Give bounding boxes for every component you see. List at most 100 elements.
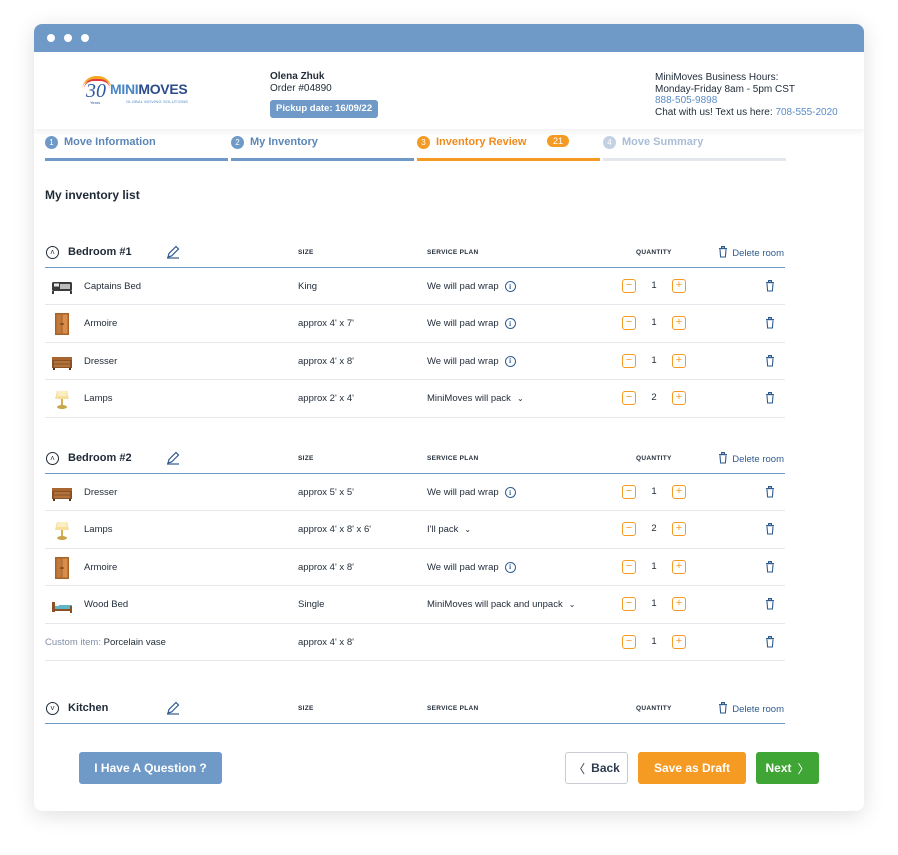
inventory-row-wood-bed: Wood Bed Single MiniMoves will pack and un… [45,586,785,624]
chevron-up-icon[interactable]: ˄ [46,246,59,259]
column-service-plan: SERVICE PLAN [427,249,479,256]
increase-quantity-button[interactable]: + [672,485,686,499]
increase-quantity-button[interactable]: + [672,353,686,368]
question-button[interactable]: I Have A Question ? [79,752,222,784]
chevron-down-icon[interactable]: ⌄ [569,600,576,609]
service-plan: We will pad wrap i [427,561,516,573]
quantity-value: 1 [651,280,657,291]
chevron-down-icon[interactable]: ⌄ [464,525,471,534]
armoire-icon [51,556,73,579]
chevron-down-icon[interactable]: ⌄ [517,394,524,403]
decrease-quantity-button[interactable]: − [622,279,636,293]
decrease-quantity-button[interactable]: − [622,316,636,331]
item-name: Armoire [84,318,118,330]
item-size: Single [298,599,325,611]
hours-title: MiniMoves Business Hours: [655,72,779,83]
step-my-inventory[interactable]: 2 My Inventory [231,133,414,163]
decrease-quantity-button[interactable]: − [622,391,636,406]
service-plan: We will pad wrap i [427,281,516,292]
step-number: 3 [417,136,430,149]
quantity-stepper: − 1 + [622,485,686,499]
delete-item-icon[interactable] [765,486,775,498]
decrease-quantity-button[interactable]: − [622,597,636,612]
back-button[interactable]: 〈 Back [565,752,628,784]
delete-item-icon[interactable] [765,560,775,573]
delete-room-button[interactable]: Delete room [718,246,784,261]
delete-room-label: Delete room [732,454,784,465]
edit-room-icon[interactable] [166,451,180,465]
chevron-left-icon: 〈 [573,761,586,776]
item-name: Lamps [84,524,113,536]
increase-quantity-button[interactable]: + [672,279,686,293]
minimoves-logo[interactable]: 30 Years MINIMOVES GLOBAL MOVING SOLUTIO… [80,74,190,110]
inventory-row-dresser: Dresser approx 4' x 8' We will pad wrap i − 1… [45,343,785,381]
dresser-icon [51,351,73,373]
quantity-value: 1 [651,598,657,610]
edit-room-icon[interactable] [166,701,180,715]
info-icon[interactable]: i [504,487,516,498]
increase-quantity-button[interactable]: + [672,559,686,574]
inventory-list-title: My inventory list [45,188,140,202]
room-header: ˄ Bedroom #1 SIZE SERVICE PLAN QUANTITY Delet… [45,245,785,268]
item-name: Dresser [84,487,118,498]
inventory-row-armoire: Armoire approx 4' x 8' We will pad wrap i − 1… [45,549,785,587]
info-icon[interactable]: i [504,355,516,367]
increase-quantity-button[interactable]: + [672,316,686,331]
delete-item-icon[interactable] [765,354,775,367]
increase-quantity-button[interactable]: + [672,634,686,649]
step-number: 1 [45,136,58,149]
quantity-value: 1 [651,317,657,329]
column-quantity: QUANTITY [636,455,672,462]
column-quantity: QUANTITY [636,249,672,256]
delete-item-icon[interactable] [765,598,775,610]
chat-phone-link[interactable]: 708-555-2020 [775,107,837,118]
inventory-row-armoire: Armoire approx 4' x 7' We will pad wrap i − 1… [45,305,785,343]
logo-brand-moves: MOVES [138,81,188,97]
phone-link[interactable]: 888-505-9898 [655,95,838,107]
decrease-quantity-button[interactable]: − [622,353,636,368]
delete-item-icon[interactable] [765,523,775,535]
decrease-quantity-button[interactable]: − [622,522,636,537]
decrease-quantity-button[interactable]: − [622,634,636,649]
step-label: Move Information [64,136,156,148]
room-bedroom-2: ˄ Bedroom #2 SIZE SERVICE PLAN QUANTITY Delet… [45,451,785,661]
delete-item-icon[interactable] [765,635,775,648]
item-count-badge: 21 [547,135,570,147]
step-inventory-review[interactable]: 3 Inventory Review 21 [417,133,600,163]
info-icon[interactable]: i [504,561,516,573]
step-move-summary[interactable]: 4 Move Summary [603,133,786,163]
item-size: approx 4' x 7' [298,318,354,330]
service-plan-value: MiniMoves will pack [427,393,511,405]
step-move-information[interactable]: 1 Move Information [45,133,228,163]
trash-icon [718,246,728,261]
decrease-quantity-button[interactable]: − [622,559,636,574]
increase-quantity-button[interactable]: + [672,391,686,406]
service-plan[interactable]: I'll pack ⌄ [427,524,471,535]
quantity-value: 1 [651,560,657,572]
next-button[interactable]: Next 〉 [756,752,819,784]
chevron-down-icon[interactable]: ˅ [46,702,59,715]
service-plan[interactable]: MiniMoves will pack and unpack ⌄ [427,599,575,610]
info-icon[interactable]: i [504,318,516,330]
increase-quantity-button[interactable]: + [672,522,686,537]
increase-quantity-button[interactable]: + [672,597,686,612]
info-icon[interactable]: i [504,281,516,292]
service-plan: We will pad wrap i [427,318,516,330]
pickup-date-badge: Pickup date: 16/09/22 [270,100,379,118]
next-label: Next [765,761,792,775]
item-name: Porcelain vase [103,636,166,648]
quantity-value: 2 [651,523,657,535]
quantity-value: 1 [651,486,657,497]
delete-item-icon[interactable] [765,317,775,329]
delete-room-button[interactable]: Delete room [718,452,784,467]
service-plan-value: We will pad wrap [427,561,499,573]
save-draft-button[interactable]: Save as Draft [638,752,746,784]
service-plan[interactable]: MiniMoves will pack ⌄ [427,393,524,404]
window-dot [81,34,89,42]
delete-item-icon[interactable] [765,392,775,404]
edit-room-icon[interactable] [166,245,180,259]
delete-room-button[interactable]: Delete room [718,702,784,717]
chevron-up-icon[interactable]: ˄ [46,452,59,465]
delete-item-icon[interactable] [765,280,775,292]
decrease-quantity-button[interactable]: − [622,485,636,499]
